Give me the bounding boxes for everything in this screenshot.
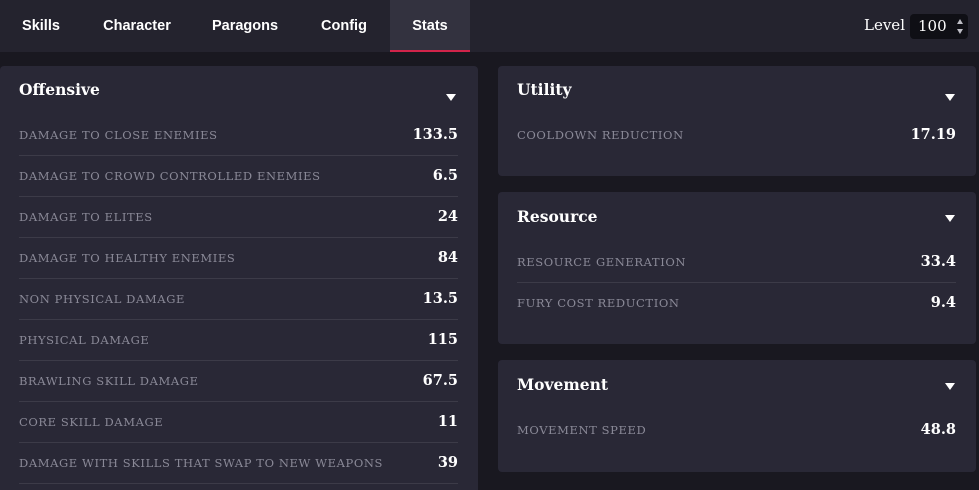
stat-label: MOVEMENT SPEED [517,423,647,437]
stat-label: CORE SKILL DAMAGE [19,415,164,429]
stat-value: 11 [437,413,458,430]
stat-row: PHYSICAL DAMAGE 115 [19,320,458,361]
stat-row: FURY COST REDUCTION 9.4 [517,283,956,324]
tab-stats[interactable]: Stats [390,0,470,52]
stat-label: DAMAGE TO ELITES [19,210,153,224]
stat-row: NON PHYSICAL DAMAGE 13.5 [19,279,458,320]
tab-paragons[interactable]: Paragons [192,0,298,52]
stat-value: 67.5 [422,372,458,389]
stat-label: DAMAGE TO CLOSE ENEMIES [19,128,218,142]
stat-row: RESOURCE GENERATION 33.4 [517,242,956,283]
stat-label: DAMAGE TO HEALTHY ENEMIES [19,251,236,265]
stat-row: DAMAGE TO CLOSE ENEMIES 133.5 [19,115,458,156]
stat-value: 17.19 [910,126,956,143]
spinner-down-icon[interactable] [957,29,963,34]
active-tab-indicator [390,50,470,52]
tab-character[interactable]: Character [82,0,192,52]
stat-row: BRAWLING SKILL DAMAGE 67.5 [19,361,458,402]
stat-label: BRAWLING SKILL DAMAGE [19,374,199,388]
movement-panel-title: Movement [517,375,609,394]
level-spinner[interactable] [957,19,965,34]
level-label: Level [864,16,905,34]
stat-value: 33.4 [920,253,956,270]
utility-panel-title: Utility [517,80,572,99]
stat-value: 24 [437,208,458,225]
stat-value: 84 [437,249,458,266]
spinner-up-icon[interactable] [957,19,963,24]
stat-row: DAMAGE TO ELITES 24 [19,197,458,238]
tab-config[interactable]: Config [298,0,390,52]
stat-value: 9.4 [930,294,956,311]
movement-stat-list: MOVEMENT SPEED 48.8 [517,410,956,451]
tab-skills[interactable]: Skills [0,0,82,52]
stat-row: DAMAGE TO HEALTHY ENEMIES 84 [19,238,458,279]
tab-stats-label: Stats [412,18,448,34]
stat-label: PHYSICAL DAMAGE [19,333,150,347]
offensive-panel: Offensive DAMAGE TO CLOSE ENEMIES 133.5 … [0,66,478,490]
stat-value: 115 [427,331,458,348]
utility-collapse-caret-icon[interactable] [945,94,955,101]
stat-row: MOVEMENT SPEED 48.8 [517,410,956,451]
movement-collapse-caret-icon[interactable] [945,383,955,390]
stat-label: RESOURCE GENERATION [517,255,687,269]
resource-panel-title: Resource [517,207,598,226]
stat-label: NON PHYSICAL DAMAGE [19,292,185,306]
stat-row: CORE SKILL DAMAGE 11 [19,402,458,443]
stat-value: 39 [437,454,458,471]
resource-stat-list: RESOURCE GENERATION 33.4 FURY COST REDUC… [517,242,956,324]
stat-label: DAMAGE WITH SKILLS THAT SWAP TO NEW WEAP… [19,456,384,470]
offensive-panel-title: Offensive [19,80,100,99]
resource-panel: Resource RESOURCE GENERATION 33.4 FURY C… [498,192,976,344]
stat-value: 133.5 [412,126,458,143]
stat-label: DAMAGE TO CROWD CONTROLLED ENEMIES [19,169,321,183]
stat-row: COOLDOWN REDUCTION 17.19 [517,115,956,156]
utility-panel: Utility COOLDOWN REDUCTION 17.19 [498,66,976,176]
level-value: 100 [918,17,947,35]
resource-collapse-caret-icon[interactable] [945,215,955,222]
level-input[interactable]: 100 [910,14,968,39]
stat-row: DAMAGE TO CROWD CONTROLLED ENEMIES 6.5 [19,156,458,197]
top-nav-bar: Skills Character Paragons Config Stats L… [0,0,979,52]
stat-label: COOLDOWN REDUCTION [517,128,684,142]
movement-panel: Movement MOVEMENT SPEED 48.8 [498,360,976,472]
stat-value: 13.5 [422,290,458,307]
stat-label: FURY COST REDUCTION [517,296,680,310]
stat-row: DAMAGE WITH SKILLS THAT SWAP TO NEW WEAP… [19,443,458,484]
stat-value: 6.5 [432,167,458,184]
offensive-stat-list: DAMAGE TO CLOSE ENEMIES 133.5 DAMAGE TO … [19,115,458,484]
stat-value: 48.8 [920,421,956,438]
offensive-collapse-caret-icon[interactable] [446,94,456,101]
utility-stat-list: COOLDOWN REDUCTION 17.19 [517,115,956,156]
